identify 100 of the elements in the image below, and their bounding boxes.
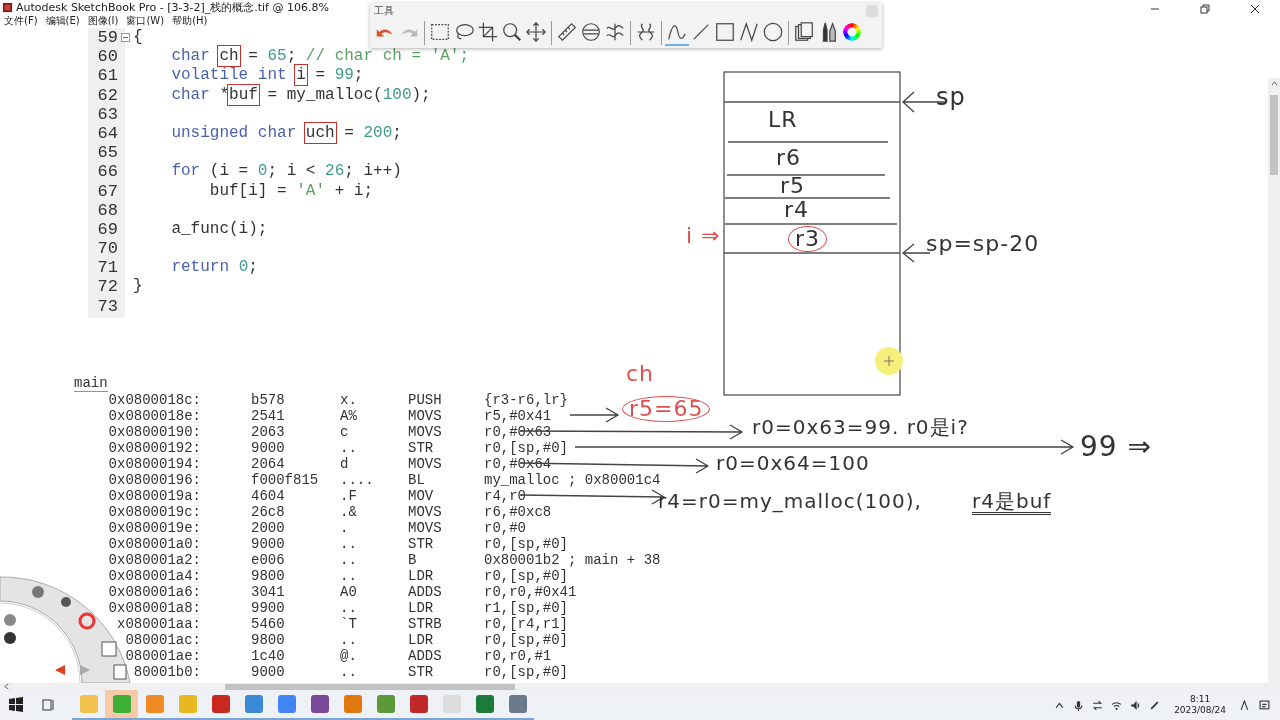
- handwritten-note: r4=r0=my_malloc(100),: [658, 490, 922, 512]
- menu-item[interactable]: 帮助(H): [172, 14, 208, 28]
- hex-cell: f000f815: [251, 472, 319, 488]
- mnemonic-cell: ADDS: [408, 584, 442, 600]
- operand-cell: r0,[sp,#0]: [484, 664, 568, 680]
- address-cell-text: 0x08000190:: [107, 424, 201, 440]
- cursor-icon: [875, 347, 903, 375]
- address-cell-text: 0x0800018e:: [107, 408, 201, 424]
- address-cell-text: 0x0800019e:: [107, 520, 201, 536]
- address-cell-text: x080001aa:: [116, 616, 201, 632]
- address-cell-text: 0x080001a4:: [107, 568, 201, 584]
- stack-slot-label: r4: [784, 198, 810, 223]
- code-line: for (i = 0; i < 26; i++): [170, 162, 402, 182]
- operand-cell: 0x80001b2 ; main + 38: [484, 552, 661, 568]
- line-number: 59: [96, 28, 118, 48]
- line-number: 70: [96, 239, 118, 259]
- caret-icon[interactable]: [1054, 699, 1066, 711]
- menu-item[interactable]: 文件(F): [4, 14, 38, 28]
- operand-cell: r0,[sp,#0]: [484, 536, 568, 552]
- address-cell-text: 0x08000196:: [107, 472, 201, 488]
- line-number: 73: [96, 296, 118, 316]
- operand-cell: r0,[sp,#0]: [484, 440, 568, 456]
- scroll-left-icon[interactable]: [3, 683, 10, 690]
- ascii-cell: ..: [340, 632, 357, 648]
- address-cell-text: 0x080001a0:: [107, 536, 201, 552]
- windows-logo-icon[interactable]: [8, 697, 24, 713]
- mnemonic-cell: LDR: [408, 568, 434, 584]
- address-cell-text: 0x080001a8:: [107, 600, 201, 616]
- hex-cell: 5460: [251, 616, 285, 632]
- clock-time[interactable]: 8:11: [1189, 694, 1211, 705]
- task-view-icon[interactable]: [40, 697, 56, 713]
- scrollbar-thumb[interactable]: [225, 683, 515, 690]
- line-number: 65: [96, 143, 118, 163]
- mnemonic-cell: STRB: [408, 616, 442, 632]
- address-cell-text: 0x080001a6:: [107, 584, 201, 600]
- notification-icon[interactable]: [1259, 699, 1270, 711]
- ascii-cell: ....: [340, 472, 374, 488]
- line-number: 61: [96, 66, 118, 86]
- ascii-cell: ..: [340, 664, 357, 680]
- clock-date[interactable]: 2023/08/24: [1174, 705, 1226, 716]
- operand-cell: r0,r0,#1: [484, 648, 552, 664]
- pen-icon[interactable]: [1149, 699, 1161, 711]
- hex-cell: 9000: [251, 664, 285, 680]
- code-line: unsigned char uch = 200;: [170, 123, 402, 144]
- stack-slot-label: r5: [780, 174, 806, 199]
- ascii-cell: ..: [340, 536, 357, 552]
- keyboard-icon[interactable]: [1240, 699, 1251, 711]
- restore-icon[interactable]: [1200, 4, 1210, 14]
- hex-cell: 2000: [251, 520, 285, 536]
- menu-item[interactable]: 窗口(W): [126, 14, 165, 28]
- operand-cell: r5,#0x41: [484, 408, 552, 424]
- ascii-cell: .F: [340, 488, 357, 504]
- hex-cell: 9000: [251, 536, 285, 552]
- stack-slot-label: r6: [776, 146, 802, 171]
- line-number: 67: [96, 181, 118, 201]
- operand-cell: r4,r0: [484, 488, 526, 504]
- operand-cell: my_malloc ; 0x80001c4: [484, 472, 661, 488]
- code-line: char ch = 65; // char ch = 'A';: [170, 47, 470, 67]
- line-number: 62: [96, 85, 118, 105]
- hex-cell: 9000: [251, 440, 285, 456]
- fold-icon[interactable]: [121, 33, 130, 43]
- mnemonic-cell: MOV: [408, 488, 434, 504]
- ascii-cell: c: [340, 424, 349, 440]
- operand-cell: r0,#0x63: [484, 424, 552, 440]
- scroll-up-icon[interactable]: [1269, 80, 1279, 87]
- menu-item[interactable]: 编辑(E): [45, 14, 80, 28]
- ascii-cell: d: [340, 456, 349, 472]
- operand-cell: r0,#0x64: [484, 456, 552, 472]
- volume-icon[interactable]: [1130, 699, 1142, 711]
- line-number: 68: [96, 200, 118, 220]
- handwritten-note: sp: [936, 84, 966, 111]
- operand-cell: r0,[sp,#0]: [484, 632, 568, 648]
- code-line: return 0;: [170, 258, 258, 278]
- operand-cell: {r3-r6,lr}: [484, 392, 568, 408]
- hex-cell: 4604: [251, 488, 285, 504]
- hex-cell: 2064: [251, 456, 285, 472]
- network-icon[interactable]: [1092, 699, 1104, 711]
- operand-cell: r6,#0xc8: [484, 504, 552, 520]
- microphone-icon[interactable]: [1073, 699, 1085, 711]
- code-line: }: [133, 277, 143, 297]
- line-number: 66: [96, 162, 118, 182]
- palette-title: 工具: [374, 4, 394, 18]
- menu-item[interactable]: 图像(I): [87, 14, 119, 28]
- code-line: buf[i] = 'A' + i;: [208, 181, 374, 201]
- mnemonic-cell: MOVS: [408, 408, 442, 424]
- mnemonic-cell: ADDS: [408, 648, 442, 664]
- handwritten-note: sp=sp-20: [926, 232, 1040, 257]
- hex-cell: 2063: [251, 424, 285, 440]
- hex-cell: 2541: [251, 408, 285, 424]
- wifi-icon[interactable]: [1111, 699, 1123, 711]
- handwritten-note: r0=0x64=100: [716, 452, 870, 474]
- ascii-cell: A0: [340, 584, 357, 600]
- code-line: char *buf = my_malloc(100);: [170, 85, 431, 105]
- line-number: 71: [96, 258, 118, 278]
- scrollbar-thumb[interactable]: [1270, 95, 1278, 175]
- hex-cell: 26c8: [251, 504, 285, 520]
- mnemonic-cell: MOVS: [408, 520, 442, 536]
- ascii-cell: .: [340, 520, 349, 536]
- hex-cell: 3041: [251, 584, 285, 600]
- handwritten-note: i ⇒: [686, 224, 721, 249]
